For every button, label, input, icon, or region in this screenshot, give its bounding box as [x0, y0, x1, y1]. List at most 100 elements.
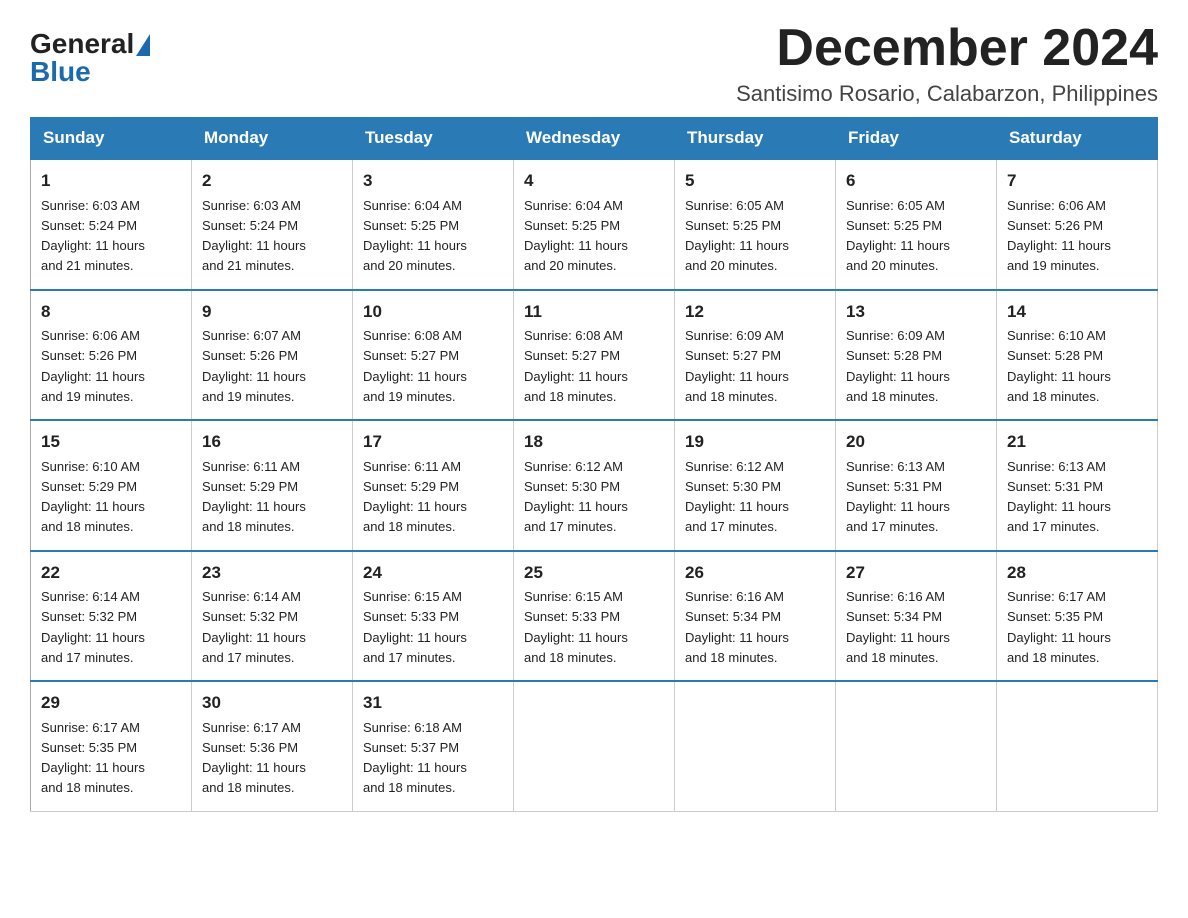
calendar-cell: 20 Sunrise: 6:13 AMSunset: 5:31 PMDaylig…: [836, 420, 997, 551]
calendar-title: December 2024: [736, 20, 1158, 77]
calendar-cell: 6 Sunrise: 6:05 AMSunset: 5:25 PMDayligh…: [836, 159, 997, 290]
calendar-cell: 18 Sunrise: 6:12 AMSunset: 5:30 PMDaylig…: [514, 420, 675, 551]
logo: General Blue: [30, 30, 150, 86]
header-sunday: Sunday: [31, 118, 192, 160]
calendar-cell: 15 Sunrise: 6:10 AMSunset: 5:29 PMDaylig…: [31, 420, 192, 551]
day-number: 8: [41, 299, 181, 325]
logo-blue-text: Blue: [30, 58, 150, 86]
day-number: 3: [363, 168, 503, 194]
day-info: Sunrise: 6:03 AMSunset: 5:24 PMDaylight:…: [41, 198, 145, 274]
day-info: Sunrise: 6:08 AMSunset: 5:27 PMDaylight:…: [524, 328, 628, 404]
calendar-cell: 19 Sunrise: 6:12 AMSunset: 5:30 PMDaylig…: [675, 420, 836, 551]
calendar-week-row: 8 Sunrise: 6:06 AMSunset: 5:26 PMDayligh…: [31, 290, 1158, 421]
day-info: Sunrise: 6:10 AMSunset: 5:29 PMDaylight:…: [41, 459, 145, 535]
day-info: Sunrise: 6:07 AMSunset: 5:26 PMDaylight:…: [202, 328, 306, 404]
day-info: Sunrise: 6:13 AMSunset: 5:31 PMDaylight:…: [1007, 459, 1111, 535]
day-number: 4: [524, 168, 664, 194]
calendar-cell: 4 Sunrise: 6:04 AMSunset: 5:25 PMDayligh…: [514, 159, 675, 290]
calendar-cell: [514, 681, 675, 811]
day-info: Sunrise: 6:04 AMSunset: 5:25 PMDaylight:…: [363, 198, 467, 274]
calendar-cell: 31 Sunrise: 6:18 AMSunset: 5:37 PMDaylig…: [353, 681, 514, 811]
day-number: 29: [41, 690, 181, 716]
calendar-cell: [675, 681, 836, 811]
calendar-cell: 2 Sunrise: 6:03 AMSunset: 5:24 PMDayligh…: [192, 159, 353, 290]
day-info: Sunrise: 6:11 AMSunset: 5:29 PMDaylight:…: [202, 459, 306, 535]
calendar-week-row: 29 Sunrise: 6:17 AMSunset: 5:35 PMDaylig…: [31, 681, 1158, 811]
calendar-cell: 23 Sunrise: 6:14 AMSunset: 5:32 PMDaylig…: [192, 551, 353, 682]
day-number: 2: [202, 168, 342, 194]
day-number: 22: [41, 560, 181, 586]
calendar-cell: 14 Sunrise: 6:10 AMSunset: 5:28 PMDaylig…: [997, 290, 1158, 421]
day-info: Sunrise: 6:17 AMSunset: 5:36 PMDaylight:…: [202, 720, 306, 796]
calendar-cell: 8 Sunrise: 6:06 AMSunset: 5:26 PMDayligh…: [31, 290, 192, 421]
header-tuesday: Tuesday: [353, 118, 514, 160]
day-info: Sunrise: 6:15 AMSunset: 5:33 PMDaylight:…: [524, 589, 628, 665]
day-info: Sunrise: 6:03 AMSunset: 5:24 PMDaylight:…: [202, 198, 306, 274]
day-info: Sunrise: 6:04 AMSunset: 5:25 PMDaylight:…: [524, 198, 628, 274]
calendar-cell: 12 Sunrise: 6:09 AMSunset: 5:27 PMDaylig…: [675, 290, 836, 421]
calendar-cell: 22 Sunrise: 6:14 AMSunset: 5:32 PMDaylig…: [31, 551, 192, 682]
calendar-cell: 24 Sunrise: 6:15 AMSunset: 5:33 PMDaylig…: [353, 551, 514, 682]
day-info: Sunrise: 6:05 AMSunset: 5:25 PMDaylight:…: [685, 198, 789, 274]
day-info: Sunrise: 6:14 AMSunset: 5:32 PMDaylight:…: [41, 589, 145, 665]
day-number: 7: [1007, 168, 1147, 194]
calendar-cell: 28 Sunrise: 6:17 AMSunset: 5:35 PMDaylig…: [997, 551, 1158, 682]
day-number: 10: [363, 299, 503, 325]
day-number: 1: [41, 168, 181, 194]
calendar-subtitle: Santisimo Rosario, Calabarzon, Philippin…: [736, 81, 1158, 107]
calendar-week-row: 22 Sunrise: 6:14 AMSunset: 5:32 PMDaylig…: [31, 551, 1158, 682]
calendar-cell: [836, 681, 997, 811]
calendar-cell: 3 Sunrise: 6:04 AMSunset: 5:25 PMDayligh…: [353, 159, 514, 290]
calendar-cell: 21 Sunrise: 6:13 AMSunset: 5:31 PMDaylig…: [997, 420, 1158, 551]
calendar-cell: 16 Sunrise: 6:11 AMSunset: 5:29 PMDaylig…: [192, 420, 353, 551]
day-number: 18: [524, 429, 664, 455]
calendar-cell: 29 Sunrise: 6:17 AMSunset: 5:35 PMDaylig…: [31, 681, 192, 811]
day-number: 11: [524, 299, 664, 325]
day-number: 12: [685, 299, 825, 325]
day-number: 19: [685, 429, 825, 455]
day-number: 21: [1007, 429, 1147, 455]
day-info: Sunrise: 6:06 AMSunset: 5:26 PMDaylight:…: [41, 328, 145, 404]
calendar-cell: 25 Sunrise: 6:15 AMSunset: 5:33 PMDaylig…: [514, 551, 675, 682]
header-thursday: Thursday: [675, 118, 836, 160]
header-friday: Friday: [836, 118, 997, 160]
day-info: Sunrise: 6:16 AMSunset: 5:34 PMDaylight:…: [846, 589, 950, 665]
calendar-week-row: 15 Sunrise: 6:10 AMSunset: 5:29 PMDaylig…: [31, 420, 1158, 551]
day-info: Sunrise: 6:11 AMSunset: 5:29 PMDaylight:…: [363, 459, 467, 535]
logo-triangle-icon: [136, 34, 150, 56]
calendar-cell: 13 Sunrise: 6:09 AMSunset: 5:28 PMDaylig…: [836, 290, 997, 421]
day-info: Sunrise: 6:12 AMSunset: 5:30 PMDaylight:…: [524, 459, 628, 535]
calendar-cell: 10 Sunrise: 6:08 AMSunset: 5:27 PMDaylig…: [353, 290, 514, 421]
day-info: Sunrise: 6:15 AMSunset: 5:33 PMDaylight:…: [363, 589, 467, 665]
day-number: 26: [685, 560, 825, 586]
day-number: 27: [846, 560, 986, 586]
day-number: 16: [202, 429, 342, 455]
logo-general-text: General: [30, 30, 134, 58]
calendar-header-row: Sunday Monday Tuesday Wednesday Thursday…: [31, 118, 1158, 160]
header-monday: Monday: [192, 118, 353, 160]
calendar-week-row: 1 Sunrise: 6:03 AMSunset: 5:24 PMDayligh…: [31, 159, 1158, 290]
header-saturday: Saturday: [997, 118, 1158, 160]
day-info: Sunrise: 6:13 AMSunset: 5:31 PMDaylight:…: [846, 459, 950, 535]
day-info: Sunrise: 6:06 AMSunset: 5:26 PMDaylight:…: [1007, 198, 1111, 274]
day-number: 9: [202, 299, 342, 325]
calendar-cell: 11 Sunrise: 6:08 AMSunset: 5:27 PMDaylig…: [514, 290, 675, 421]
day-number: 15: [41, 429, 181, 455]
day-number: 6: [846, 168, 986, 194]
day-info: Sunrise: 6:18 AMSunset: 5:37 PMDaylight:…: [363, 720, 467, 796]
calendar-cell: 27 Sunrise: 6:16 AMSunset: 5:34 PMDaylig…: [836, 551, 997, 682]
header-wednesday: Wednesday: [514, 118, 675, 160]
calendar-cell: 26 Sunrise: 6:16 AMSunset: 5:34 PMDaylig…: [675, 551, 836, 682]
day-number: 30: [202, 690, 342, 716]
day-info: Sunrise: 6:05 AMSunset: 5:25 PMDaylight:…: [846, 198, 950, 274]
day-info: Sunrise: 6:17 AMSunset: 5:35 PMDaylight:…: [41, 720, 145, 796]
calendar-cell: 17 Sunrise: 6:11 AMSunset: 5:29 PMDaylig…: [353, 420, 514, 551]
page-header: General Blue December 2024 Santisimo Ros…: [30, 20, 1158, 107]
day-info: Sunrise: 6:17 AMSunset: 5:35 PMDaylight:…: [1007, 589, 1111, 665]
day-info: Sunrise: 6:10 AMSunset: 5:28 PMDaylight:…: [1007, 328, 1111, 404]
day-number: 24: [363, 560, 503, 586]
day-info: Sunrise: 6:08 AMSunset: 5:27 PMDaylight:…: [363, 328, 467, 404]
day-number: 28: [1007, 560, 1147, 586]
calendar-cell: [997, 681, 1158, 811]
day-info: Sunrise: 6:14 AMSunset: 5:32 PMDaylight:…: [202, 589, 306, 665]
